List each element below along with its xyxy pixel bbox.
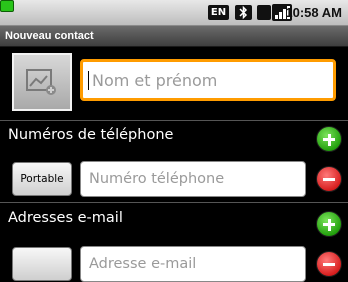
name-field-container[interactable] — [80, 59, 336, 101]
status-bar: EN 10:58 AM — [0, 0, 348, 26]
battery-icon — [0, 0, 14, 12]
email-type-button[interactable] — [12, 247, 72, 281]
phone-field-container[interactable] — [80, 161, 306, 197]
add-email-button[interactable] — [316, 211, 342, 237]
email-section-label: Adresses e-mail — [8, 210, 123, 226]
remove-email-button[interactable] — [316, 251, 342, 277]
remove-phone-button[interactable] — [316, 166, 342, 192]
divider — [0, 202, 348, 203]
title-bar: Nouveau contact — [0, 26, 348, 47]
contact-photo-button[interactable] — [12, 53, 72, 111]
status-time: 10:58 AM — [285, 5, 342, 20]
page-title: Nouveau contact — [5, 30, 94, 42]
hm-icon — [257, 5, 271, 20]
keyboard-indicator-icon: EN — [208, 5, 229, 20]
email-input[interactable] — [89, 253, 299, 275]
add-phone-button[interactable] — [316, 126, 342, 152]
contact-photo-placeholder-icon — [26, 69, 56, 95]
name-input[interactable] — [92, 68, 322, 92]
email-field-container[interactable] — [80, 246, 306, 282]
bluetooth-icon — [235, 5, 252, 20]
phone-section-label: Numéros de téléphone — [8, 127, 174, 143]
divider — [0, 120, 348, 121]
phone-type-button[interactable]: Portable — [12, 162, 72, 196]
text-cursor — [88, 71, 89, 90]
phone-input[interactable] — [89, 168, 299, 190]
